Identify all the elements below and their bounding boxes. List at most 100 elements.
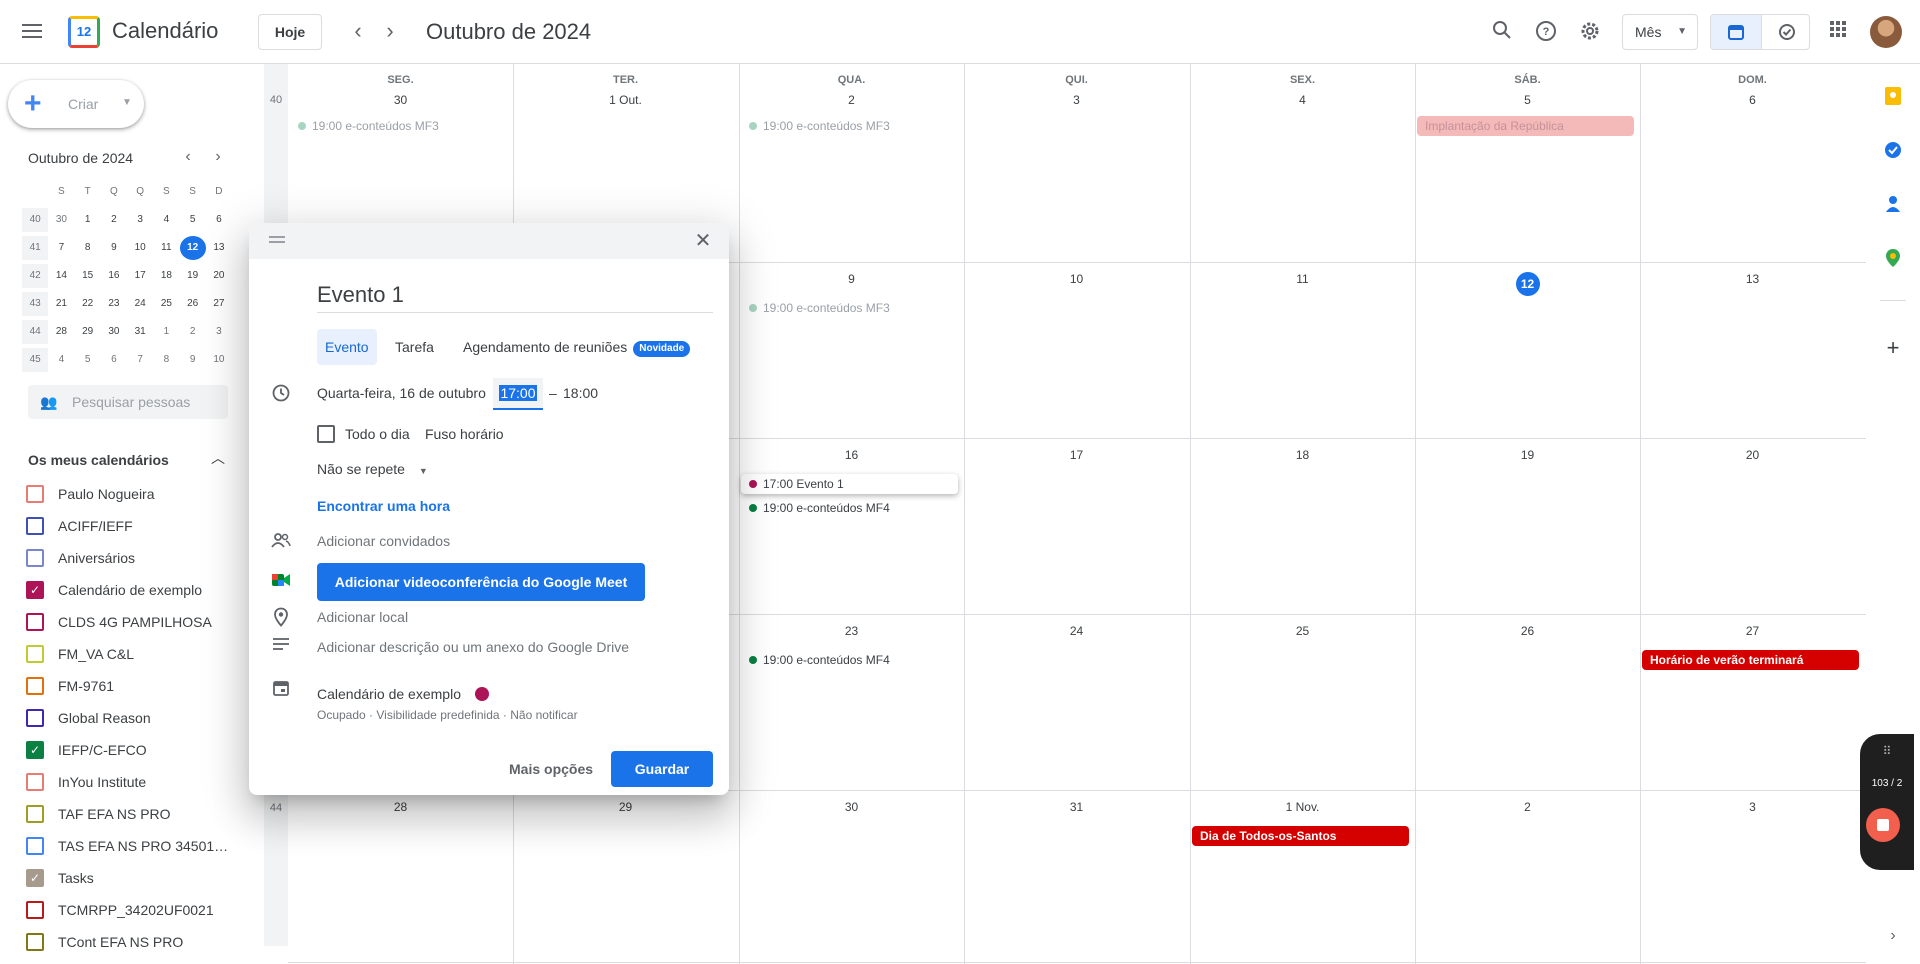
mini-week-number[interactable]: 41 bbox=[22, 236, 49, 260]
week-number[interactable]: 44 bbox=[264, 802, 288, 814]
event-date[interactable]: Quarta-feira, 16 de outubro bbox=[317, 385, 486, 401]
mini-day[interactable]: 21 bbox=[48, 292, 74, 316]
day-number[interactable]: 29 bbox=[513, 800, 738, 814]
mini-day[interactable]: 29 bbox=[75, 320, 101, 344]
day-number[interactable]: 30 bbox=[288, 93, 513, 107]
calendar-checkbox[interactable] bbox=[26, 485, 44, 503]
mini-day[interactable]: 14 bbox=[48, 264, 74, 288]
today-button[interactable]: Hoje bbox=[258, 14, 322, 50]
calendar-event[interactable]: Implantação da República bbox=[1417, 116, 1634, 136]
mini-next-icon[interactable]: › bbox=[208, 148, 228, 168]
tasks-icon[interactable] bbox=[1883, 140, 1903, 160]
calendar-list-item[interactable]: TAS EFA NS PRO 34501UF… bbox=[24, 830, 244, 862]
mini-day[interactable]: 30 bbox=[101, 320, 127, 344]
mini-day[interactable]: 2 bbox=[101, 208, 127, 232]
mini-day[interactable]: 15 bbox=[75, 264, 101, 288]
add-description-input[interactable]: Adicionar descrição ou um anexo do Googl… bbox=[317, 639, 629, 655]
mini-week-number[interactable]: 45 bbox=[22, 348, 49, 372]
day-number[interactable]: 19 bbox=[1415, 448, 1640, 462]
mini-day[interactable]: 11 bbox=[153, 236, 179, 260]
calendar-event[interactable]: 19:00 e-conteúdos MF4 bbox=[741, 498, 958, 518]
calendar-checkbox[interactable] bbox=[26, 933, 44, 951]
mini-day[interactable]: 20 bbox=[206, 264, 232, 288]
calendar-list-item[interactable]: ✓ Tasks bbox=[24, 862, 244, 894]
mini-day[interactable]: 23 bbox=[101, 292, 127, 316]
day-number[interactable]: 5 bbox=[1415, 93, 1640, 107]
mini-day[interactable]: 22 bbox=[75, 292, 101, 316]
calendar-view-icon[interactable] bbox=[1711, 15, 1761, 49]
day-number[interactable]: 16 bbox=[739, 448, 964, 462]
mini-day[interactable]: 4 bbox=[48, 348, 74, 372]
day-number[interactable]: 3 bbox=[1640, 800, 1865, 814]
mini-day[interactable]: 7 bbox=[127, 348, 153, 372]
mini-prev-icon[interactable]: ‹ bbox=[178, 148, 198, 168]
timezone-link[interactable]: Fuso horário bbox=[425, 426, 504, 442]
mini-day[interactable]: 10 bbox=[206, 348, 232, 372]
day-number[interactable]: 30 bbox=[739, 800, 964, 814]
week-number[interactable]: 40 bbox=[264, 94, 288, 106]
tab-event[interactable]: Evento bbox=[317, 329, 377, 365]
mini-day[interactable]: 9 bbox=[180, 348, 206, 372]
calendar-list-item[interactable]: FM-9761 bbox=[24, 670, 244, 702]
mini-day[interactable]: 18 bbox=[153, 264, 179, 288]
mini-day[interactable]: 1 bbox=[75, 208, 101, 232]
tab-task[interactable]: Tarefa bbox=[387, 329, 442, 365]
calendar-list-item[interactable]: Aniversários bbox=[24, 542, 244, 574]
calendar-event[interactable]: 19:00 e-conteúdos MF3 bbox=[741, 116, 958, 136]
calendar-checkbox[interactable] bbox=[26, 549, 44, 567]
apps-grid-icon[interactable] bbox=[1826, 20, 1850, 44]
repeat-select[interactable]: Não se repete ▼ bbox=[317, 461, 428, 477]
day-number[interactable]: 24 bbox=[964, 624, 1189, 638]
calendar-checkbox[interactable] bbox=[26, 613, 44, 631]
calendar-list-item[interactable]: TAF EFA NS PRO bbox=[24, 798, 244, 830]
calendar-event[interactable]: 19:00 e-conteúdos MF3 bbox=[741, 298, 958, 318]
day-number[interactable]: 27 bbox=[1640, 624, 1865, 638]
chevron-up-icon[interactable]: ︿ bbox=[208, 448, 228, 468]
mini-day[interactable]: 8 bbox=[153, 348, 179, 372]
day-number[interactable]: 3 bbox=[964, 93, 1189, 107]
mini-day[interactable]: 26 bbox=[180, 292, 206, 316]
previous-period-icon[interactable]: ‹ bbox=[346, 20, 370, 44]
mini-day[interactable]: 6 bbox=[101, 348, 127, 372]
calendar-list-item[interactable]: TCont EFA NS PRO bbox=[24, 926, 244, 958]
calendar-event[interactable]: 19:00 e-conteúdos MF4 bbox=[741, 650, 958, 670]
calendar-checkbox[interactable]: ✓ bbox=[26, 869, 44, 887]
day-number[interactable]: 2 bbox=[1415, 800, 1640, 814]
view-selector[interactable]: Mês ▼ bbox=[1622, 14, 1698, 50]
calendar-list-item[interactable]: ✓ IEFP/C-EFCO bbox=[24, 734, 244, 766]
day-number[interactable]: 10 bbox=[964, 272, 1189, 286]
help-icon[interactable]: ? bbox=[1534, 20, 1558, 44]
calendar-event[interactable]: 17:00 Evento 1 bbox=[741, 474, 958, 494]
calendar-list-item[interactable]: Paulo Nogueira bbox=[24, 478, 244, 510]
calendar-checkbox[interactable] bbox=[26, 517, 44, 535]
calendar-list-item[interactable]: CLDS 4G PAMPILHOSA bbox=[24, 606, 244, 638]
calendar-checkbox[interactable] bbox=[26, 805, 44, 823]
next-period-icon[interactable]: › bbox=[378, 20, 402, 44]
calendar-checkbox[interactable] bbox=[26, 709, 44, 727]
mini-day[interactable]: 27 bbox=[206, 292, 232, 316]
mini-day[interactable]: 12 bbox=[179, 236, 206, 260]
day-number[interactable]: 12 bbox=[1415, 272, 1640, 296]
day-number[interactable]: 25 bbox=[1190, 624, 1415, 638]
find-time-link[interactable]: Encontrar uma hora bbox=[317, 498, 450, 514]
maps-icon[interactable] bbox=[1883, 248, 1903, 268]
mini-day[interactable]: 10 bbox=[127, 236, 153, 260]
calendar-list-item[interactable]: InYou Institute bbox=[24, 766, 244, 798]
mini-day[interactable]: 9 bbox=[101, 236, 127, 260]
mini-day[interactable]: 3 bbox=[206, 320, 232, 344]
calendar-checkbox[interactable]: ✓ bbox=[26, 741, 44, 759]
mini-day[interactable]: 3 bbox=[127, 208, 153, 232]
mini-day[interactable]: 24 bbox=[127, 292, 153, 316]
calendar-list-item[interactable]: FM_VA C&L bbox=[24, 638, 244, 670]
search-people-input[interactable]: 👥 Pesquisar pessoas bbox=[28, 385, 228, 419]
keep-icon[interactable] bbox=[1883, 86, 1903, 106]
calendar-checkbox[interactable] bbox=[26, 677, 44, 695]
day-number[interactable]: 28 bbox=[288, 800, 513, 814]
mini-day[interactable]: 19 bbox=[180, 264, 206, 288]
day-number[interactable]: 17 bbox=[964, 448, 1189, 462]
calendar-checkbox[interactable] bbox=[26, 901, 44, 919]
mini-week-number[interactable]: 42 bbox=[22, 264, 49, 288]
event-color-swatch[interactable] bbox=[475, 687, 489, 701]
mini-day[interactable]: 2 bbox=[180, 320, 206, 344]
mini-day[interactable]: 17 bbox=[127, 264, 153, 288]
